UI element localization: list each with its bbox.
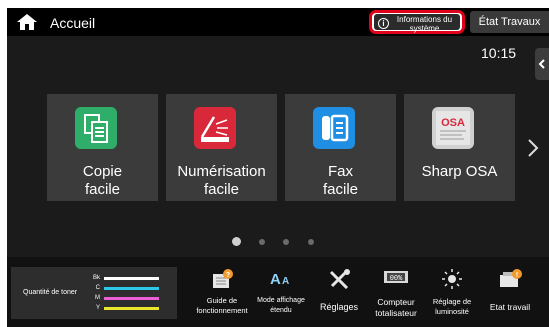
- page-dot[interactable]: [259, 239, 265, 245]
- job-status-icon: !: [500, 269, 522, 287]
- tile-scan-label: Numérisation facile: [177, 163, 266, 198]
- extended-display-button[interactable]: A A Mode affichage étendu: [257, 257, 305, 327]
- tile-copy-label: Copie facile: [82, 163, 123, 198]
- page-dot[interactable]: [308, 239, 314, 245]
- brightness-button[interactable]: Réglage de luminosité: [432, 257, 472, 327]
- guide-book-icon: ?: [213, 269, 233, 288]
- counter-icon: 00%: [384, 271, 408, 283]
- scan-icon: [194, 107, 236, 149]
- svg-text:?: ?: [226, 272, 230, 279]
- tile-fax[interactable]: Fax facile: [285, 94, 396, 201]
- home-label: Accueil: [50, 15, 96, 31]
- tile-sharp-osa-label: Sharp OSA: [421, 163, 498, 180]
- job-status-bottom-button[interactable]: ! Etat travail: [487, 257, 533, 327]
- system-info-button[interactable]: i Informations du système: [369, 10, 465, 34]
- chevron-right-icon[interactable]: [527, 138, 539, 158]
- system-info-label: Informations du système: [396, 15, 453, 33]
- svg-text:A: A: [270, 271, 281, 287]
- tile-sharp-osa[interactable]: OSA Sharp OSA: [404, 94, 515, 201]
- toner-label: Quantité de toner: [23, 289, 78, 296]
- touch-panel-screen: Accueil i Informations du système État T…: [7, 8, 549, 327]
- side-panel-tab[interactable]: [535, 48, 549, 80]
- job-status-button[interactable]: État Travaux: [470, 11, 549, 33]
- job-status-bottom-label: Etat travail: [489, 302, 531, 312]
- home-icon: [17, 14, 37, 30]
- page-dot[interactable]: [232, 237, 241, 246]
- svg-text:OSA: OSA: [441, 117, 465, 129]
- chevron-left-icon: [538, 59, 545, 69]
- top-bar: Accueil i Informations du système État T…: [7, 8, 549, 36]
- brightness-icon: [442, 269, 462, 289]
- svg-text:A: A: [282, 276, 289, 287]
- bottom-bar: Quantité de toner Bk C M Y ? Guide de fo…: [7, 257, 549, 327]
- svg-text:00%: 00%: [390, 275, 403, 283]
- clock: 10:15: [481, 45, 517, 61]
- page-dot[interactable]: [283, 239, 289, 245]
- tile-copy[interactable]: Copie facile: [47, 94, 158, 201]
- svg-text:!: !: [516, 272, 518, 279]
- toner-status[interactable]: Quantité de toner Bk C M Y: [11, 267, 177, 319]
- sharp-osa-icon: OSA: [432, 107, 474, 149]
- operation-guide-button[interactable]: ? Guide de fonctionnement: [196, 257, 248, 327]
- copy-icon: [75, 107, 117, 149]
- fax-icon: [313, 107, 355, 149]
- font-size-icon: A A: [270, 271, 289, 287]
- info-icon: i: [378, 18, 389, 29]
- tile-fax-label: Fax facile: [322, 163, 359, 198]
- tools-icon: [329, 269, 350, 289]
- tile-scan[interactable]: Numérisation facile: [166, 94, 277, 201]
